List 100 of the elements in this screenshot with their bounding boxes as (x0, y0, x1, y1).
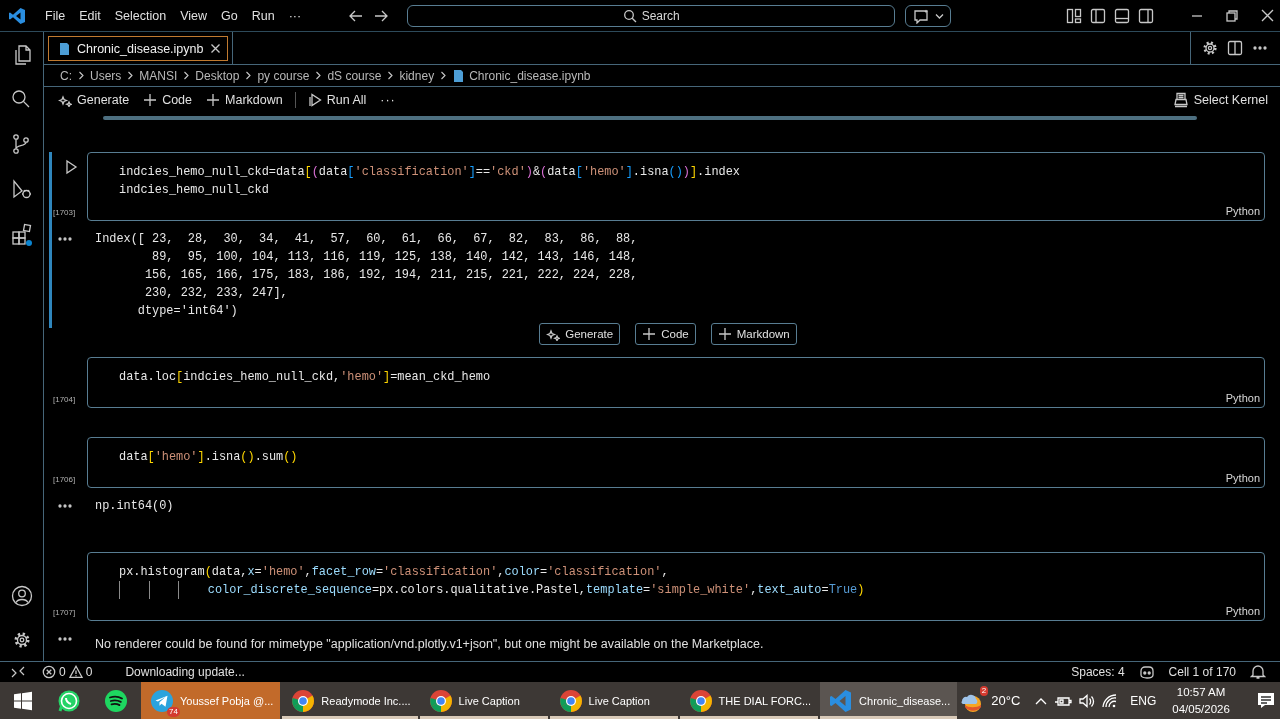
chat-bubble-icon (56, 688, 80, 713)
add-cell-button[interactable]: Markdown (202, 91, 287, 109)
sound-waves-icon (104, 688, 128, 713)
select-kernel-button[interactable]: Select Kernel (1168, 90, 1272, 110)
taskbar-app[interactable]: Readymode Inc.... (282, 682, 418, 719)
code-line: color_discrete_sequence=px.colors.qualitative.Pastel,template='simple_white',text_auto=True) (207, 582, 865, 599)
breadcrumb-item[interactable]: kidney (399, 68, 435, 83)
breadcrumb-item[interactable]: MANSI (139, 68, 178, 83)
chevron-icon (182, 70, 191, 81)
generate-button[interactable]: Generate (54, 91, 134, 109)
chevron-icon (386, 70, 395, 81)
sidebar-right-icon[interactable] (1138, 7, 1155, 24)
execution-count: [1706] (53, 475, 76, 484)
weather-widget[interactable]: 2 20°C (959, 688, 1021, 713)
menu-item[interactable]: Selection (107, 5, 174, 26)
add-cell-button[interactable]: Markdown (710, 323, 797, 345)
wifi-icon[interactable] (1101, 692, 1119, 709)
sidebar-left-icon[interactable] (1090, 7, 1107, 24)
run-all-icon (307, 92, 322, 108)
run-cell-icon[interactable] (64, 159, 78, 175)
copilot-icon[interactable] (1138, 664, 1155, 680)
kernel-icon (1172, 92, 1189, 108)
layout-grid-icon[interactable] (1066, 7, 1083, 24)
more-button[interactable]: ··· (376, 91, 400, 109)
count-badge: 2 (979, 685, 989, 696)
language-indicator[interactable]: ENG (1130, 693, 1157, 708)
search-field[interactable]: Search (407, 4, 896, 27)
tab-label: Chronic_disease.ipynb (77, 41, 204, 56)
bell-icon[interactable] (1250, 664, 1266, 680)
browser-icon (428, 688, 453, 713)
editor-tab[interactable]: Chronic_disease.ipynb (48, 36, 229, 61)
app-logo-icon (829, 688, 854, 713)
clock-time[interactable]: 10:57 AM (1176, 683, 1226, 701)
chat-sparkle-icon (911, 7, 929, 24)
browser-icon (558, 688, 583, 713)
language-label[interactable]: Python (1225, 605, 1260, 617)
clock-date[interactable]: 04/05/2026 (1172, 700, 1230, 718)
settings-icon[interactable] (1202, 40, 1218, 56)
panel-bottom-icon[interactable] (1114, 7, 1131, 24)
taskbar-app[interactable]: Live Caption (419, 682, 548, 719)
menu-item[interactable]: File (38, 5, 73, 26)
app-logo-icon[interactable] (8, 6, 26, 25)
breadcrumb-item[interactable]: py course (257, 68, 310, 83)
indentation-status[interactable]: Spaces: 4 (1071, 665, 1125, 679)
breadcrumb-item[interactable]: dS course (327, 68, 382, 83)
code-line: px.histogram(data,x='hemo',facet_row='classification',color='classification', (119, 564, 669, 581)
code-editor[interactable]: px.histogram(data,x='hemo',facet_row='classification',color='classification', color_discrete_sequence=px.colors.qualitative.Pastel,template='simple_white',text_auto=True) Python (87, 552, 1265, 621)
taskbar-app[interactable]: Chronic_disease... (820, 682, 958, 719)
menu-item[interactable]: Edit (72, 5, 108, 26)
language-label[interactable]: Python (1225, 205, 1260, 217)
add-cell-button[interactable]: Code (635, 323, 696, 345)
code-editor[interactable]: indcies_hemo_null_ckd=data[(data['classification']=='ckd')&(data['hemo'].isna())].index indcies_hemo_null_ckd Python (87, 152, 1265, 221)
close-icon[interactable] (1261, 9, 1275, 22)
output-line: 89, 95, 100, 104, 113, 116, 119, 125, 138, 140, 142, 143, 146, 148, (151, 249, 638, 266)
menu-item[interactable]: View (173, 5, 214, 26)
account-icon[interactable] (10, 585, 33, 607)
language-label[interactable]: Python (1225, 472, 1260, 484)
code-editor[interactable]: data.loc[indcies_hemo_null_ckd,'hemo']=mean_ckd_hemo Python (87, 357, 1265, 408)
volume-icon[interactable] (1078, 692, 1096, 709)
chevron-icon (244, 70, 253, 81)
breadcrumb-item[interactable]: Chronic_disease.ipynb (469, 68, 591, 83)
split-editor-icon[interactable] (1227, 40, 1243, 56)
menu-item[interactable]: Go (214, 5, 245, 26)
settings-icon[interactable] (12, 631, 31, 649)
notebook-file-icon (452, 68, 465, 83)
search-icon (622, 8, 637, 23)
add-cell-button[interactable]: Code (139, 91, 196, 109)
output-line: dtype='int64') (136, 303, 239, 320)
output-line: No renderer could be found for mimetype "application/vnd.plotly.v1+json", but one might be available on the Marketplace. (95, 636, 764, 653)
execution-count: [1704] (53, 395, 76, 404)
error-icon (42, 665, 56, 679)
code-line: data.loc[indcies_hemo_null_ckd,'hemo']=mean_ckd_hemo (119, 369, 491, 386)
breadcrumb-item[interactable]: C: (60, 68, 72, 83)
plus-icon (642, 327, 657, 341)
count-badge: 74 (167, 706, 180, 717)
taskbar-app[interactable]: THE DIAL FORC... (679, 682, 819, 719)
taskbar-app[interactable]: Live Caption (549, 682, 678, 719)
breadcrumb-item[interactable]: Users (90, 68, 122, 83)
menu-item[interactable]: ··· (281, 5, 309, 26)
generate-button[interactable]: Generate (539, 323, 621, 345)
language-label[interactable]: Python (1225, 392, 1260, 404)
taskbar-app[interactable]: 74 Youssef Pobja @... (141, 682, 281, 719)
code-editor[interactable]: data['hemo'].isna().sum() Python (87, 437, 1265, 488)
output-line: Index([ 23, 28, 30, 34, 41, 57, 60, 61, 66, 67, 82, 83, 86, 88, (95, 231, 638, 248)
code-line: indcies_hemo_null_ckd (119, 182, 269, 199)
search-label: Search (641, 8, 680, 23)
plus-icon (717, 327, 732, 341)
menu-item[interactable]: Run (244, 5, 282, 26)
chat-button[interactable] (905, 4, 952, 27)
breadcrumb-item[interactable]: Desktop (195, 68, 240, 83)
extensions-icon[interactable] (9, 223, 34, 247)
restore-icon[interactable] (1226, 9, 1239, 22)
chevron-icon (126, 70, 135, 81)
problems-button[interactable]: 0 0 (36, 665, 99, 679)
run-all-button[interactable]: Run All (303, 90, 371, 110)
notifications-icon[interactable] (1255, 690, 1276, 711)
remote-icon (10, 665, 26, 679)
close-icon[interactable] (210, 43, 222, 54)
scrollbar-thumb[interactable] (103, 116, 1197, 120)
cell-position-status[interactable]: Cell 1 of 170 (1168, 665, 1236, 679)
